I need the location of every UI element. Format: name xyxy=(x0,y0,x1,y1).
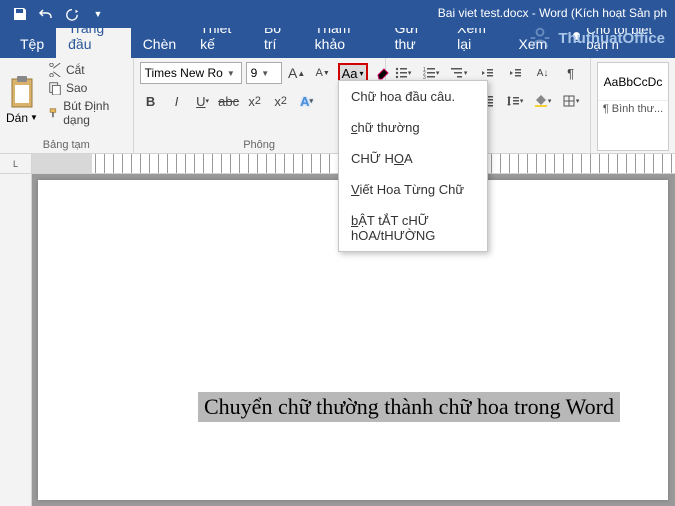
superscript-button[interactable]: x2 xyxy=(270,90,292,112)
watermark: ThuthuatOffice xyxy=(526,24,665,52)
strikethrough-button[interactable]: abc xyxy=(218,90,240,112)
font-size-combo[interactable]: 9▼ xyxy=(246,62,282,84)
case-lowercase[interactable]: chữ thường xyxy=(339,112,487,143)
increase-indent-button[interactable] xyxy=(504,62,526,84)
group-styles: AaBbCcDc ¶ Bình thư... xyxy=(591,58,675,153)
undo-button[interactable] xyxy=(34,2,58,26)
paste-button[interactable]: Dán▼ xyxy=(6,62,38,137)
case-sentence[interactable]: Chữ hoa đầu câu. xyxy=(339,81,487,112)
change-case-menu: Chữ hoa đầu câu. chữ thường CHỮ HOA Viết… xyxy=(338,80,488,252)
subscript-button[interactable]: x2 xyxy=(244,90,266,112)
group-label-clipboard: Bảng tạm xyxy=(6,137,127,151)
selected-text[interactable]: Chuyển chữ thường thành chữ hoa trong Wo… xyxy=(198,392,620,422)
underline-button[interactable]: U▾ xyxy=(192,90,214,112)
save-button[interactable] xyxy=(8,2,32,26)
quick-access-toolbar: ▼ xyxy=(8,2,110,26)
sort-button[interactable]: A↓ xyxy=(532,62,554,84)
copy-button[interactable]: Sao xyxy=(46,80,127,96)
style-normal[interactable]: AaBbCcDc ¶ Bình thư... xyxy=(597,62,669,151)
tab-insert[interactable]: Chèn xyxy=(131,30,188,58)
group-clipboard: Dán▼ Cắt Sao Bút Định dạng Bảng tạm xyxy=(0,58,134,153)
format-painter-button[interactable]: Bút Định dạng xyxy=(46,98,127,128)
borders-button[interactable]: ▾ xyxy=(560,90,582,112)
ribbon: Dán▼ Cắt Sao Bút Định dạng Bảng tạm Time… xyxy=(0,58,675,154)
copy-icon xyxy=(48,81,62,95)
cut-button[interactable]: Cắt xyxy=(46,62,127,78)
redo-button[interactable] xyxy=(60,2,84,26)
shading-button[interactable]: ▾ xyxy=(532,90,554,112)
show-marks-button[interactable]: ¶ xyxy=(560,62,582,84)
case-toggle[interactable]: bẬT tẮT cHỮ hOA/tHƯỜNG xyxy=(339,205,487,251)
paintbrush-icon xyxy=(48,106,59,120)
tab-file[interactable]: Tệp xyxy=(8,30,56,58)
vertical-ruler[interactable] xyxy=(0,174,32,506)
line-spacing-button[interactable]: ▾ xyxy=(504,90,526,112)
scissors-icon xyxy=(48,63,62,77)
text-effects-button[interactable]: A▾ xyxy=(296,90,318,112)
grow-font-button[interactable]: A▲ xyxy=(286,62,308,84)
bold-button[interactable]: B xyxy=(140,90,162,112)
qat-customize[interactable]: ▼ xyxy=(86,2,110,26)
window-title: Bai viet test.docx - Word (Kích hoạt Sản… xyxy=(438,6,667,20)
font-name-combo[interactable]: Times New Ro▼ xyxy=(140,62,242,84)
case-uppercase[interactable]: CHỮ HOA xyxy=(339,143,487,174)
ruler-corner[interactable]: L xyxy=(0,154,32,173)
case-capitalize-each[interactable]: Viết Hoa Từng Chữ xyxy=(339,174,487,205)
shrink-font-button[interactable]: A▼ xyxy=(312,62,334,84)
italic-button[interactable]: I xyxy=(166,90,188,112)
